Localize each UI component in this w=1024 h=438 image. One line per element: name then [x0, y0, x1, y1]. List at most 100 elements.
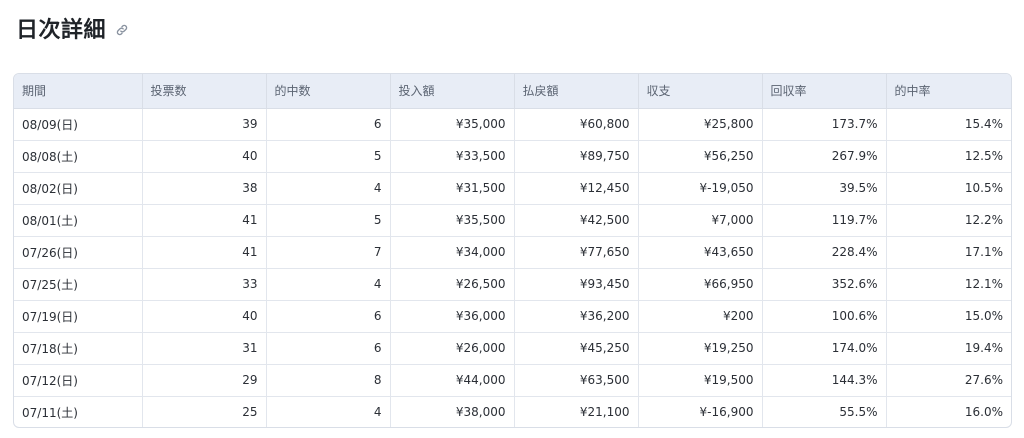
daily-detail-table-container: 期間 投票数 的中数 投入額 払戻額 収支 回収率 的中率 08/09(日) 39…	[13, 73, 1012, 428]
cell-period: 07/18(土)	[14, 332, 143, 365]
cell-hits: 8	[266, 364, 391, 397]
cell-votes: 40	[142, 300, 267, 333]
cell-hits: 5	[266, 204, 391, 237]
column-header-votes[interactable]: 投票数	[142, 74, 267, 109]
cell-hit-rate: 15.4%	[886, 108, 1011, 141]
cell-hit-rate: 27.6%	[886, 364, 1011, 397]
cell-hit-rate: 12.5%	[886, 140, 1011, 173]
table-row[interactable]: 07/12(日) 29 8 ¥44,000 ¥63,500 ¥19,500 144.3% 27…	[14, 364, 1011, 397]
link-icon[interactable]	[114, 22, 130, 38]
cell-hits: 7	[266, 236, 391, 269]
cell-period: 07/19(日)	[14, 300, 143, 333]
cell-hit-rate: 10.5%	[886, 172, 1011, 205]
cell-hit-rate: 12.2%	[886, 204, 1011, 237]
cell-period: 08/02(日)	[14, 172, 143, 205]
cell-recovery-rate: 144.3%	[762, 364, 887, 397]
table-row[interactable]: 07/18(土) 31 6 ¥26,000 ¥45,250 ¥19,250 174.0% 19…	[14, 332, 1011, 365]
cell-balance: ¥-16,900	[638, 396, 763, 427]
cell-balance: ¥56,250	[638, 140, 763, 173]
cell-invested: ¥26,500	[390, 268, 515, 301]
cell-invested: ¥35,500	[390, 204, 515, 237]
cell-invested: ¥34,000	[390, 236, 515, 269]
daily-detail-table: 期間 投票数 的中数 投入額 払戻額 収支 回収率 的中率 08/09(日) 39…	[14, 74, 1011, 427]
cell-votes: 29	[142, 364, 267, 397]
cell-recovery-rate: 267.9%	[762, 140, 887, 173]
cell-invested: ¥26,000	[390, 332, 515, 365]
cell-recovery-rate: 173.7%	[762, 108, 887, 141]
cell-balance: ¥200	[638, 300, 763, 333]
section-heading: 日次詳細	[16, 12, 130, 44]
cell-period: 07/26(日)	[14, 236, 143, 269]
cell-balance: ¥7,000	[638, 204, 763, 237]
table-row[interactable]: 08/02(日) 38 4 ¥31,500 ¥12,450 ¥-19,050 39.5% 10…	[14, 172, 1011, 205]
cell-recovery-rate: 174.0%	[762, 332, 887, 365]
cell-payout: ¥93,450	[514, 268, 639, 301]
column-header-recovery-rate[interactable]: 回収率	[762, 74, 887, 109]
daily-detail-page: 日次詳細 期間 投票数 的中数 投入額 払戻額 収支 回収率 的中率 08/09…	[0, 0, 1024, 438]
table-body: 08/09(日) 39 6 ¥35,000 ¥60,800 ¥25,800 173.7% 15…	[14, 108, 1011, 427]
cell-balance: ¥-19,050	[638, 172, 763, 205]
cell-balance: ¥43,650	[638, 236, 763, 269]
cell-period: 07/11(土)	[14, 396, 143, 427]
cell-hits: 4	[266, 268, 391, 301]
column-header-invested[interactable]: 投入額	[390, 74, 515, 109]
cell-period: 07/12(日)	[14, 364, 143, 397]
cell-hits: 4	[266, 172, 391, 205]
cell-period: 07/25(土)	[14, 268, 143, 301]
cell-invested: ¥44,000	[390, 364, 515, 397]
cell-invested: ¥33,500	[390, 140, 515, 173]
cell-invested: ¥36,000	[390, 300, 515, 333]
cell-hits: 6	[266, 108, 391, 141]
cell-hits: 6	[266, 332, 391, 365]
cell-payout: ¥21,100	[514, 396, 639, 427]
cell-invested: ¥35,000	[390, 108, 515, 141]
cell-votes: 39	[142, 108, 267, 141]
table-row[interactable]: 08/08(土) 40 5 ¥33,500 ¥89,750 ¥56,250 267.9% 12…	[14, 140, 1011, 173]
cell-recovery-rate: 228.4%	[762, 236, 887, 269]
column-header-period[interactable]: 期間	[14, 74, 143, 109]
cell-recovery-rate: 100.6%	[762, 300, 887, 333]
cell-recovery-rate: 352.6%	[762, 268, 887, 301]
page-title: 日次詳細	[16, 18, 107, 43]
cell-balance: ¥66,950	[638, 268, 763, 301]
cell-invested: ¥31,500	[390, 172, 515, 205]
cell-hit-rate: 15.0%	[886, 300, 1011, 333]
cell-recovery-rate: 119.7%	[762, 204, 887, 237]
cell-votes: 41	[142, 204, 267, 237]
table-row[interactable]: 07/11(土) 25 4 ¥38,000 ¥21,100 ¥-16,900 55.5% 16…	[14, 396, 1011, 427]
cell-invested: ¥38,000	[390, 396, 515, 427]
cell-balance: ¥25,800	[638, 108, 763, 141]
cell-hits: 5	[266, 140, 391, 173]
cell-votes: 38	[142, 172, 267, 205]
cell-votes: 33	[142, 268, 267, 301]
table-row[interactable]: 07/26(日) 41 7 ¥34,000 ¥77,650 ¥43,650 228.4% 17…	[14, 236, 1011, 269]
cell-votes: 31	[142, 332, 267, 365]
cell-recovery-rate: 55.5%	[762, 396, 887, 427]
cell-payout: ¥42,500	[514, 204, 639, 237]
cell-balance: ¥19,500	[638, 364, 763, 397]
column-header-hit-rate[interactable]: 的中率	[886, 74, 1011, 109]
cell-recovery-rate: 39.5%	[762, 172, 887, 205]
cell-hits: 4	[266, 396, 391, 427]
cell-hit-rate: 19.4%	[886, 332, 1011, 365]
cell-period: 08/01(土)	[14, 204, 143, 237]
table-row[interactable]: 08/01(土) 41 5 ¥35,500 ¥42,500 ¥7,000 119.7% 12.…	[14, 204, 1011, 237]
table-row[interactable]: 07/19(日) 40 6 ¥36,000 ¥36,200 ¥200 100.6% 15.0%	[14, 300, 1011, 333]
cell-payout: ¥89,750	[514, 140, 639, 173]
cell-hit-rate: 16.0%	[964, 405, 1003, 420]
column-header-balance[interactable]: 収支	[638, 74, 763, 109]
column-header-hits[interactable]: 的中数	[266, 74, 391, 109]
cell-payout: ¥12,450	[514, 172, 639, 205]
cell-payout: ¥60,800	[514, 108, 639, 141]
cell-votes: 25	[142, 396, 267, 427]
table-row[interactable]: 07/25(土) 33 4 ¥26,500 ¥93,450 ¥66,950 352.6% 12…	[14, 268, 1011, 301]
table-row[interactable]: 08/09(日) 39 6 ¥35,000 ¥60,800 ¥25,800 173.7% 15…	[14, 108, 1011, 141]
cell-payout: ¥63,500	[514, 364, 639, 397]
cell-votes: 40	[142, 140, 267, 173]
cell-balance: ¥19,250	[638, 332, 763, 365]
cell-hit-rate: 17.1%	[886, 236, 1011, 269]
cell-hits: 6	[266, 300, 391, 333]
cell-payout: ¥45,250	[514, 332, 639, 365]
column-header-payout[interactable]: 払戻額	[514, 74, 639, 109]
cell-period: 08/09(日)	[14, 108, 143, 141]
